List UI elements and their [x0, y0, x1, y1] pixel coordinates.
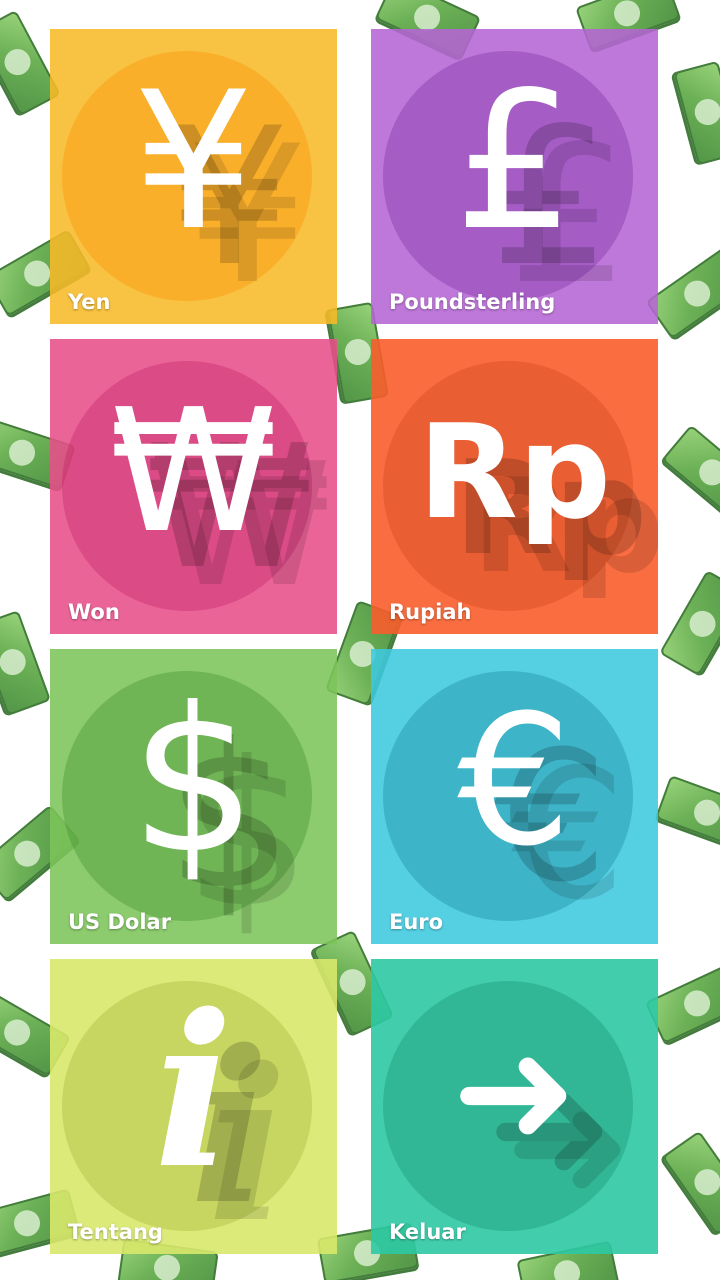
tile-label: Euro: [389, 910, 444, 934]
yen-icon: ¥: [133, 50, 254, 272]
menu-tile-us-dolar[interactable]: $ US Dolar: [50, 649, 337, 944]
rupiah-icon: Rp: [417, 395, 612, 548]
menu-tile-won[interactable]: ₩ Won: [50, 339, 337, 634]
menu-tile-euro[interactable]: € Euro: [371, 649, 658, 944]
banknote-decoration: [673, 60, 720, 166]
dollar-icon: $: [129, 664, 258, 898]
menu-tile-yen[interactable]: ¥ Yen: [50, 29, 337, 324]
pound-icon: £: [454, 50, 575, 272]
euro-icon: €: [457, 676, 572, 886]
banknote-decoration: [659, 569, 720, 677]
info-icon: i: [153, 967, 234, 1215]
tile-label: US Dolar: [68, 910, 172, 934]
tile-label: Keluar: [389, 1220, 466, 1244]
menu-tile-poundsterling[interactable]: £ Poundsterling: [371, 29, 658, 324]
banknote-decoration: [655, 774, 720, 852]
won-icon: ₩: [109, 372, 278, 571]
tile-label: Rupiah: [389, 600, 472, 624]
banknote-decoration: [661, 1130, 720, 1236]
banknote-decoration: [0, 610, 52, 716]
tile-label: Tentang: [68, 1220, 163, 1244]
tile-label: Poundsterling: [389, 290, 556, 314]
tile-label: Won: [68, 600, 120, 624]
banknote-decoration: [661, 424, 720, 522]
menu-tile-keluar[interactable]: ➜ Keluar: [371, 959, 658, 1254]
tile-label: Yen: [68, 290, 111, 314]
arrow-right-icon: ➜: [451, 1004, 578, 1179]
menu-tile-rupiah[interactable]: Rp Rupiah: [371, 339, 658, 634]
menu-tile-tentang[interactable]: i Tentang: [50, 959, 337, 1254]
